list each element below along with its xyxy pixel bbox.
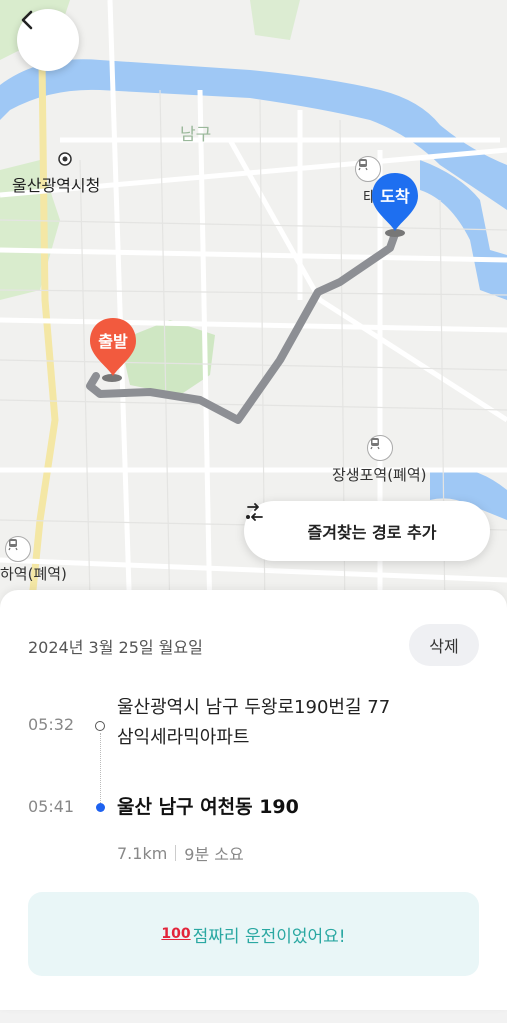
origin-address: 울산광역시 남구 두왕로190번길 77 삼익세라믹아파트	[117, 693, 390, 753]
destination-address: 울산 남구 여천동 190	[117, 796, 299, 818]
origin-time: 05:32	[28, 715, 75, 734]
trip-distance: 7.1km	[117, 843, 168, 863]
end-pin[interactable]: 도착	[369, 171, 421, 233]
add-favorite-route-button[interactable]: 즐겨찾는 경로 추가	[244, 501, 490, 561]
route-connector-line	[100, 733, 101, 805]
delete-button[interactable]: 삭제	[409, 624, 479, 666]
start-pin[interactable]: 출발	[87, 316, 139, 378]
destination-time: 05:41	[28, 797, 75, 816]
divider	[175, 845, 177, 861]
add-favorite-route-label: 즐겨찾는 경로 추가	[307, 523, 437, 542]
trip-date: 2024년 3월 25일 월요일	[28, 638, 203, 657]
driving-score-banner: 100 점짜리 운전이었어요!	[28, 892, 479, 976]
driving-score-text: 점짜리 운전이었어요!	[192, 926, 346, 947]
district-label: 남구	[180, 125, 212, 145]
train-station-icon	[5, 536, 31, 562]
start-pin-label: 출발	[98, 332, 128, 351]
trip-detail-sheet: 2024년 3월 25일 월요일 삭제 05:32 울산광역시 남구 두왕로19…	[0, 590, 507, 1010]
trip-summary: 7.1km 9분 소요	[117, 841, 244, 865]
origin-address-line2: 삼익세라믹아파트	[117, 727, 250, 748]
back-button[interactable]	[17, 9, 79, 71]
destination-dot-icon	[96, 803, 105, 812]
station-label: 장생포역(폐역)	[332, 466, 427, 484]
origin-address-line1: 울산광역시 남구 두왕로190번길 77	[117, 697, 391, 718]
origin-dot-icon	[95, 721, 105, 731]
route-map[interactable]: 남구 울산광역시청 태화강 장생포역(폐역) 하역(폐역) 출발 도착	[0, 0, 507, 620]
city-hall-label: 울산광역시청	[12, 176, 101, 195]
end-pin-label: 도착	[380, 187, 410, 206]
hundred-points-icon: 100	[161, 926, 191, 942]
train-station-icon	[367, 435, 393, 461]
trip-duration: 9분 소요	[184, 845, 244, 864]
station-label: 하역(폐역)	[0, 565, 67, 583]
